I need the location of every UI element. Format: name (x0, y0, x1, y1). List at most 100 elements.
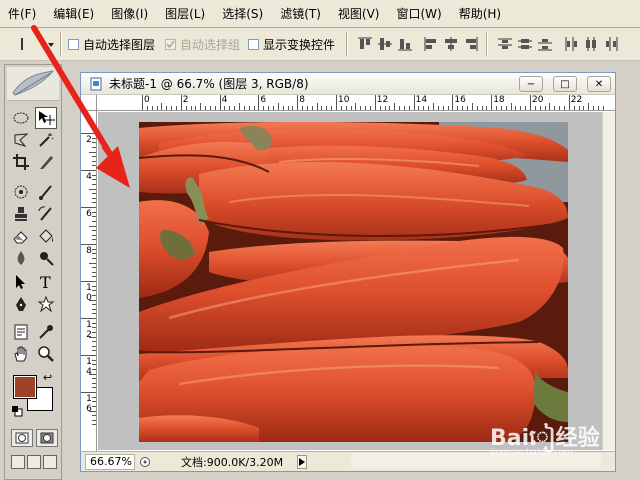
standard-mode-button[interactable] (11, 429, 33, 447)
ruler-origin[interactable] (81, 95, 97, 111)
crop-icon[interactable] (10, 151, 32, 173)
history-brush-icon[interactable] (35, 203, 57, 225)
ruler-minor-tick (156, 106, 158, 110)
menu-view[interactable]: 视图(V) (330, 0, 389, 28)
screen-mode-standard-button[interactable] (11, 455, 25, 469)
slice-icon[interactable] (35, 151, 57, 173)
ruler-minor-tick (559, 106, 561, 110)
align-left-icon[interactable] (422, 35, 440, 53)
zoom-tool-icon[interactable] (35, 343, 57, 365)
notes-icon[interactable] (10, 321, 32, 343)
ruler-minor-tick (146, 106, 148, 110)
ruler-minor-tick (403, 106, 405, 110)
ruler-major-tick (219, 95, 221, 110)
document-size-info: 文档:900.0K/3.20M (181, 455, 284, 469)
canvas-area[interactable] (98, 112, 602, 450)
ruler-minor-tick (92, 239, 96, 241)
show-transform-checkbox[interactable]: 显示变换控件 (248, 36, 335, 53)
menu-edit[interactable]: 编辑(E) (45, 0, 103, 28)
ruler-minor-tick (92, 174, 96, 176)
vertical-ruler[interactable]: 2 4 6 8 10 12 14 16 (81, 111, 97, 451)
close-button[interactable]: ✕ (587, 76, 611, 92)
eraser-icon[interactable] (10, 225, 32, 247)
distribute-hcenter-icon[interactable] (582, 35, 600, 53)
ruler-minor-tick (161, 103, 163, 110)
menu-help[interactable]: 帮助(H) (451, 0, 510, 28)
magic-wand-icon[interactable] (35, 129, 57, 151)
screen-mode-menu-button[interactable] (27, 455, 41, 469)
align-right-icon[interactable] (462, 35, 480, 53)
ruler-minor-tick (263, 106, 265, 110)
ruler-minor-tick (92, 396, 96, 398)
swap-colors-icon[interactable]: ↩ (43, 371, 52, 384)
distribute-top-icon[interactable] (496, 35, 514, 53)
ruler-minor-tick (151, 106, 153, 110)
menu-image[interactable]: 图像(I) (103, 0, 157, 28)
auto-select-group-checkbox[interactable]: 自动选择组 (165, 36, 240, 53)
eyedropper-icon[interactable] (35, 321, 57, 343)
align-vcenter-icon[interactable] (376, 35, 394, 53)
ruler-minor-tick (520, 106, 522, 110)
lasso-icon[interactable] (10, 129, 32, 151)
ruler-major-tick (81, 133, 96, 134)
ruler-minor-tick (563, 106, 565, 110)
move-tool-icon[interactable] (35, 107, 57, 129)
path-selection-icon[interactable] (10, 271, 32, 293)
default-colors-icon[interactable] (11, 405, 23, 417)
document-title-bar[interactable]: 未标题-1 @ 66.7% (图层 3, RGB/8) − □ ✕ (81, 73, 615, 95)
ruler-minor-tick (316, 103, 318, 110)
minimize-button[interactable]: − (519, 76, 543, 92)
brush-icon[interactable] (35, 181, 57, 203)
ruler-label: 2 (86, 135, 92, 145)
ruler-label: 6 (86, 209, 92, 219)
quick-mask-button[interactable] (36, 429, 58, 447)
ruler-minor-tick (224, 106, 226, 110)
horizontal-ruler[interactable]: 0 2 4 6 8 10 12 14 16 18 20 22 (97, 95, 615, 111)
menu-window[interactable]: 窗口(W) (388, 0, 450, 28)
feather-logo-icon[interactable] (7, 67, 59, 101)
distribute-vcenter-icon[interactable] (516, 35, 534, 53)
type-tool-icon[interactable]: T (35, 271, 57, 293)
ruler-minor-tick (321, 106, 323, 110)
ruler-minor-tick (92, 165, 96, 167)
zoom-level-field[interactable]: 66.67% (85, 453, 135, 470)
custom-shape-icon[interactable] (35, 293, 57, 315)
distribute-left-icon[interactable] (562, 35, 580, 53)
distribute-right-icon[interactable] (602, 35, 620, 53)
toolbox: T ↩ (4, 64, 62, 480)
clone-stamp-icon[interactable] (10, 203, 32, 225)
menu-select[interactable]: 选择(S) (214, 0, 272, 28)
ruler-minor-tick (282, 106, 284, 110)
healing-brush-icon[interactable] (10, 181, 32, 203)
ruler-major-tick (374, 95, 376, 110)
blur-icon[interactable] (10, 247, 32, 269)
menu-layer[interactable]: 图层(L) (157, 0, 214, 28)
ruler-minor-tick (593, 106, 595, 110)
ruler-minor-tick (408, 106, 410, 110)
menu-file[interactable]: 件(F) (0, 0, 45, 28)
vertical-scrollbar[interactable] (602, 112, 615, 450)
tool-preset-picker[interactable] (8, 33, 56, 55)
ruler-minor-tick (277, 103, 279, 110)
ruler-minor-tick (602, 106, 604, 110)
align-hcenter-icon[interactable] (442, 35, 460, 53)
ruler-minor-tick (209, 106, 211, 110)
status-menu-icon[interactable] (139, 456, 151, 468)
distribute-bottom-icon[interactable] (536, 35, 554, 53)
foreground-color-swatch[interactable] (13, 375, 37, 399)
menu-filter[interactable]: 滤镜(T) (272, 0, 330, 28)
align-top-icon[interactable] (356, 35, 374, 53)
status-play-icon[interactable] (297, 454, 308, 469)
dodge-icon[interactable] (35, 247, 57, 269)
screen-mode-full-button[interactable] (43, 455, 57, 469)
auto-select-layer-checkbox[interactable]: 自动选择图层 (68, 36, 155, 53)
hand-tool-icon[interactable] (10, 343, 32, 365)
pen-tool-icon[interactable] (10, 293, 32, 315)
align-bottom-icon[interactable] (396, 35, 414, 53)
ruler-major-tick (336, 95, 337, 110)
ellipse-marquee-icon[interactable] (10, 107, 32, 129)
maximize-button[interactable]: □ (553, 76, 577, 92)
ruler-minor-tick (292, 106, 294, 110)
paint-bucket-icon[interactable] (35, 225, 57, 247)
ruler-minor-tick (92, 405, 96, 407)
